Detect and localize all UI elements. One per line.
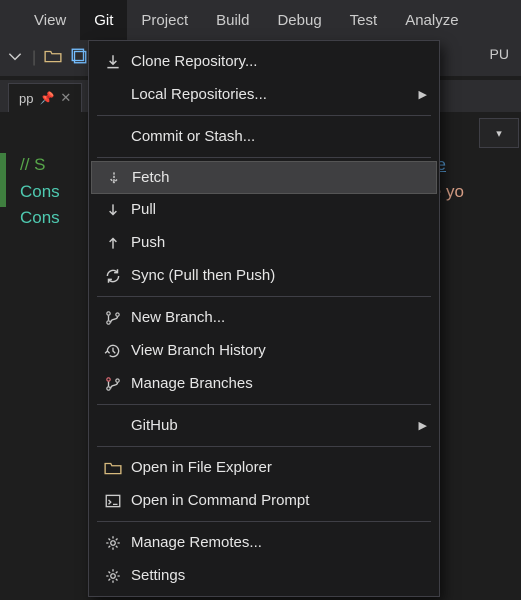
- menu-label: Open in Command Prompt: [131, 492, 309, 509]
- open-file-explorer-item[interactable]: Open in File Explorer: [89, 451, 439, 484]
- push-icon: [101, 234, 125, 252]
- menu-label: Sync (Pull then Push): [131, 267, 275, 284]
- pull-icon: [101, 201, 125, 219]
- separator: |: [32, 49, 36, 67]
- save-all-icon[interactable]: [70, 47, 88, 70]
- separator: [97, 296, 431, 297]
- menu-label: Open in File Explorer: [131, 459, 272, 476]
- menu-label: Manage Branches: [131, 375, 253, 392]
- code-comment: // S: [20, 155, 46, 174]
- menu-test[interactable]: Test: [336, 0, 392, 40]
- code-string: yo: [446, 182, 464, 201]
- pull-item[interactable]: Pull: [89, 193, 439, 226]
- menu-label: Fetch: [132, 169, 170, 186]
- menu-build[interactable]: Build: [202, 0, 263, 40]
- separator: [97, 521, 431, 522]
- new-branch-item[interactable]: New Branch...: [89, 301, 439, 334]
- manage-branch-icon: [101, 375, 125, 393]
- pin-icon[interactable]: 📌: [39, 91, 54, 105]
- menu-label: Push: [131, 234, 165, 251]
- menu-analyze[interactable]: Analyze: [391, 0, 472, 40]
- separator: [97, 446, 431, 447]
- toolbar-right-text: PU: [490, 46, 509, 62]
- close-icon[interactable]: ✕: [60, 90, 71, 106]
- code-type: Cons: [20, 208, 60, 227]
- code-type: Cons: [20, 182, 60, 201]
- fetch-item[interactable]: Fetch: [91, 161, 437, 194]
- menu-label: Manage Remotes...: [131, 534, 262, 551]
- submenu-arrow-icon: ▶: [419, 88, 427, 101]
- separator: [97, 157, 431, 158]
- menu-label: GitHub: [131, 417, 178, 434]
- menu-label: Pull: [131, 201, 156, 218]
- git-dropdown: Clone Repository... Local Repositories..…: [88, 40, 440, 597]
- settings-item[interactable]: Settings: [89, 559, 439, 592]
- clone-repository-item[interactable]: Clone Repository...: [89, 45, 439, 78]
- separator: [97, 404, 431, 405]
- manage-branches-item[interactable]: Manage Branches: [89, 367, 439, 400]
- push-item[interactable]: Push: [89, 226, 439, 259]
- sync-icon: [101, 267, 125, 285]
- gear-icon: [101, 534, 125, 552]
- history-icon: [101, 342, 125, 360]
- change-gutter: [0, 126, 8, 207]
- menu-git[interactable]: Git: [80, 0, 127, 40]
- fetch-icon: [102, 169, 126, 187]
- menu-label: Local Repositories...: [131, 86, 267, 103]
- menu-view[interactable]: View: [20, 0, 80, 40]
- menu-label: Commit or Stash...: [131, 128, 255, 145]
- open-command-prompt-item[interactable]: Open in Command Prompt: [89, 484, 439, 517]
- commit-stash-item[interactable]: Commit or Stash...: [89, 120, 439, 153]
- menu-label: Settings: [131, 567, 185, 584]
- menu-debug[interactable]: Debug: [263, 0, 335, 40]
- github-item[interactable]: GitHub ▶: [89, 409, 439, 442]
- separator: [97, 115, 431, 116]
- branch-icon: [101, 309, 125, 327]
- view-branch-history-item[interactable]: View Branch History: [89, 334, 439, 367]
- local-repositories-item[interactable]: Local Repositories... ▶: [89, 78, 439, 111]
- terminal-icon: [101, 492, 125, 510]
- sync-item[interactable]: Sync (Pull then Push): [89, 259, 439, 292]
- chevron-down-icon[interactable]: [6, 47, 24, 70]
- gear-icon: [101, 567, 125, 585]
- menubar: View Git Project Build Debug Test Analyz…: [0, 0, 521, 40]
- menu-label: New Branch...: [131, 309, 225, 326]
- submenu-arrow-icon: ▶: [419, 419, 427, 432]
- menu-project[interactable]: Project: [127, 0, 202, 40]
- open-folder-icon[interactable]: [44, 47, 62, 70]
- file-tab[interactable]: pp 📌 ✕: [8, 83, 82, 112]
- menu-label: Clone Repository...: [131, 53, 257, 70]
- tab-name: pp: [19, 91, 33, 106]
- folder-icon: [101, 459, 125, 477]
- menu-label: View Branch History: [131, 342, 266, 359]
- download-icon: [101, 53, 125, 71]
- manage-remotes-item[interactable]: Manage Remotes...: [89, 526, 439, 559]
